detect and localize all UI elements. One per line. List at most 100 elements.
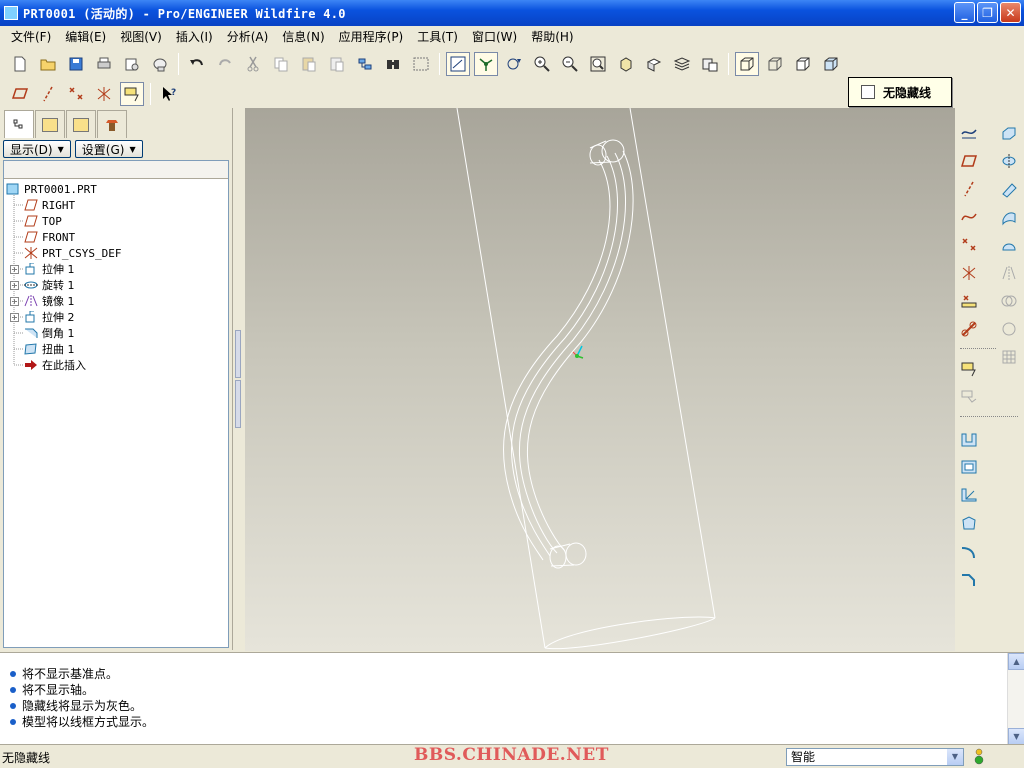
- view-manager-icon[interactable]: [698, 52, 722, 76]
- mirror-tool-icon[interactable]: [998, 262, 1020, 284]
- menu-insert[interactable]: 插入(I): [169, 28, 220, 45]
- csys-tool-icon[interactable]: [958, 262, 980, 284]
- context-help-icon[interactable]: ?: [157, 82, 181, 106]
- analysis-feature-icon[interactable]: [958, 290, 980, 312]
- refit-icon[interactable]: [586, 52, 610, 76]
- menu-window[interactable]: 窗口(W): [465, 28, 524, 45]
- menu-help[interactable]: 帮助(H): [524, 28, 580, 45]
- cut-icon[interactable]: [241, 52, 265, 76]
- datum-curve-tool-icon[interactable]: [958, 206, 980, 228]
- tree-item-csys[interactable]: PRT_CSYS_DEF: [24, 245, 121, 261]
- menu-file[interactable]: 文件(F): [4, 28, 58, 45]
- reorient-icon[interactable]: [614, 52, 638, 76]
- print-icon[interactable]: [92, 52, 116, 76]
- repaint-icon[interactable]: [446, 52, 470, 76]
- zoom-in-icon[interactable]: [530, 52, 554, 76]
- variable-section-sweep-icon[interactable]: [998, 178, 1020, 200]
- chain-tool-icon[interactable]: [958, 318, 980, 340]
- settings-button[interactable]: 设置(G) ▼: [74, 140, 143, 158]
- send-mail-icon[interactable]: [120, 52, 144, 76]
- display-button[interactable]: 显示(D) ▼: [3, 140, 71, 158]
- tree-item-label: TOP: [42, 214, 62, 228]
- trim-tool-icon[interactable]: [998, 318, 1020, 340]
- menu-view[interactable]: 视图(V): [113, 28, 169, 45]
- message-scrollbar[interactable]: ▲ ▼: [1007, 653, 1024, 745]
- menu-bar: 文件(F) 编辑(E) 视图(V) 插入(I) 分析(A) 信息(N) 应用程序…: [0, 26, 1024, 46]
- regenerate-icon[interactable]: [353, 52, 377, 76]
- undo-icon[interactable]: [185, 52, 209, 76]
- style-tool-icon[interactable]: [998, 234, 1020, 256]
- scroll-down-arrow-icon[interactable]: ▼: [1008, 728, 1024, 745]
- paste-special-icon[interactable]: [325, 52, 349, 76]
- shell-tool-icon[interactable]: [958, 456, 980, 478]
- round-tool-icon[interactable]: [958, 540, 980, 562]
- menu-edit[interactable]: 编辑(E): [58, 28, 113, 45]
- new-file-icon[interactable]: [8, 52, 32, 76]
- model-tree-tab-icon[interactable]: [4, 110, 34, 138]
- boundary-blend-icon[interactable]: [998, 206, 1020, 228]
- open-folder-icon[interactable]: [36, 52, 60, 76]
- datum-point-tool-icon[interactable]: [958, 234, 980, 256]
- datum-point-display-icon[interactable]: [64, 82, 88, 106]
- selection-filter-select[interactable]: 智能 ▼: [786, 748, 964, 766]
- rib-tool-icon[interactable]: [958, 484, 980, 506]
- merge-tool-icon[interactable]: [998, 290, 1020, 312]
- shading-icon[interactable]: [819, 52, 843, 76]
- hole-tool-icon[interactable]: [958, 428, 980, 450]
- redo-icon[interactable]: [213, 52, 237, 76]
- toolbar-separator: [178, 53, 179, 75]
- maximize-button[interactable]: ❐: [977, 2, 998, 23]
- favorites-tab-icon[interactable]: [66, 110, 96, 138]
- paste-icon[interactable]: [297, 52, 321, 76]
- watermark: BBS.CHINADE.NET: [414, 745, 609, 765]
- menu-tools[interactable]: 工具(T): [410, 28, 465, 45]
- hidden-line-icon[interactable]: [763, 52, 787, 76]
- datum-plane-display-icon[interactable]: [8, 82, 32, 106]
- message-area: 将不显示基准点。 将不显示轴。 隐藏线将显示为灰色。 模型将以线框方式显示。 ▲…: [0, 652, 1024, 745]
- app-icon: [4, 6, 18, 20]
- revolve-tool-icon[interactable]: [998, 150, 1020, 172]
- saved-views-icon[interactable]: [642, 52, 666, 76]
- tree-item-label: 镜像 1: [42, 295, 75, 308]
- save-icon[interactable]: [64, 52, 88, 76]
- collapse-right-grip[interactable]: [235, 380, 241, 428]
- extrude-tool-icon[interactable]: [998, 122, 1020, 144]
- minimize-button[interactable]: _: [954, 2, 975, 23]
- no-hidden-line-icon[interactable]: [791, 52, 815, 76]
- annotation-display-icon[interactable]: [120, 82, 144, 106]
- pattern-tool-icon[interactable]: [998, 346, 1020, 368]
- draft-tool-icon[interactable]: [958, 512, 980, 534]
- note-tool-icon[interactable]: [958, 358, 980, 380]
- chamfer-tool-icon[interactable]: [958, 568, 980, 590]
- menu-analysis[interactable]: 分析(A): [220, 28, 276, 45]
- find-binoculars-icon[interactable]: [381, 52, 405, 76]
- graphics-window[interactable]: [245, 108, 955, 651]
- toolbar-separator: [728, 53, 729, 75]
- menu-info[interactable]: 信息(N): [275, 28, 331, 45]
- collapse-left-grip[interactable]: [235, 330, 241, 378]
- csys-display-icon[interactable]: [92, 82, 116, 106]
- datum-curve-sketch-icon[interactable]: [958, 122, 980, 144]
- tree-lines: [13, 195, 24, 366]
- zoom-out-icon[interactable]: [558, 52, 582, 76]
- status-bar: 无隐藏线 BBS.CHINADE.NET 智能 ▼: [0, 744, 1024, 768]
- copy-icon[interactable]: [269, 52, 293, 76]
- datum-axis-display-icon[interactable]: [36, 82, 60, 106]
- connections-tab-icon[interactable]: [97, 110, 127, 138]
- send-link-icon[interactable]: [148, 52, 172, 76]
- menu-applications[interactable]: 应用程序(P): [332, 28, 411, 45]
- tree-item-label: RIGHT: [42, 198, 76, 212]
- selection-box-icon[interactable]: [409, 52, 433, 76]
- layers-icon[interactable]: [670, 52, 694, 76]
- message-line: 将不显示基准点。: [10, 665, 118, 682]
- folder-browser-tab-icon[interactable]: [35, 110, 65, 138]
- wireframe-display-icon[interactable]: [735, 52, 759, 76]
- close-button[interactable]: ✕: [1000, 2, 1021, 23]
- datum-plane-tool-icon[interactable]: [958, 150, 980, 172]
- spin-center-icon[interactable]: [474, 52, 498, 76]
- datum-axis-tool-icon[interactable]: [958, 178, 980, 200]
- panel-splitter[interactable]: [232, 108, 244, 650]
- orient-mode-icon[interactable]: [502, 52, 526, 76]
- scroll-up-arrow-icon[interactable]: ▲: [1008, 653, 1024, 670]
- symbol-tool-icon[interactable]: [958, 386, 980, 408]
